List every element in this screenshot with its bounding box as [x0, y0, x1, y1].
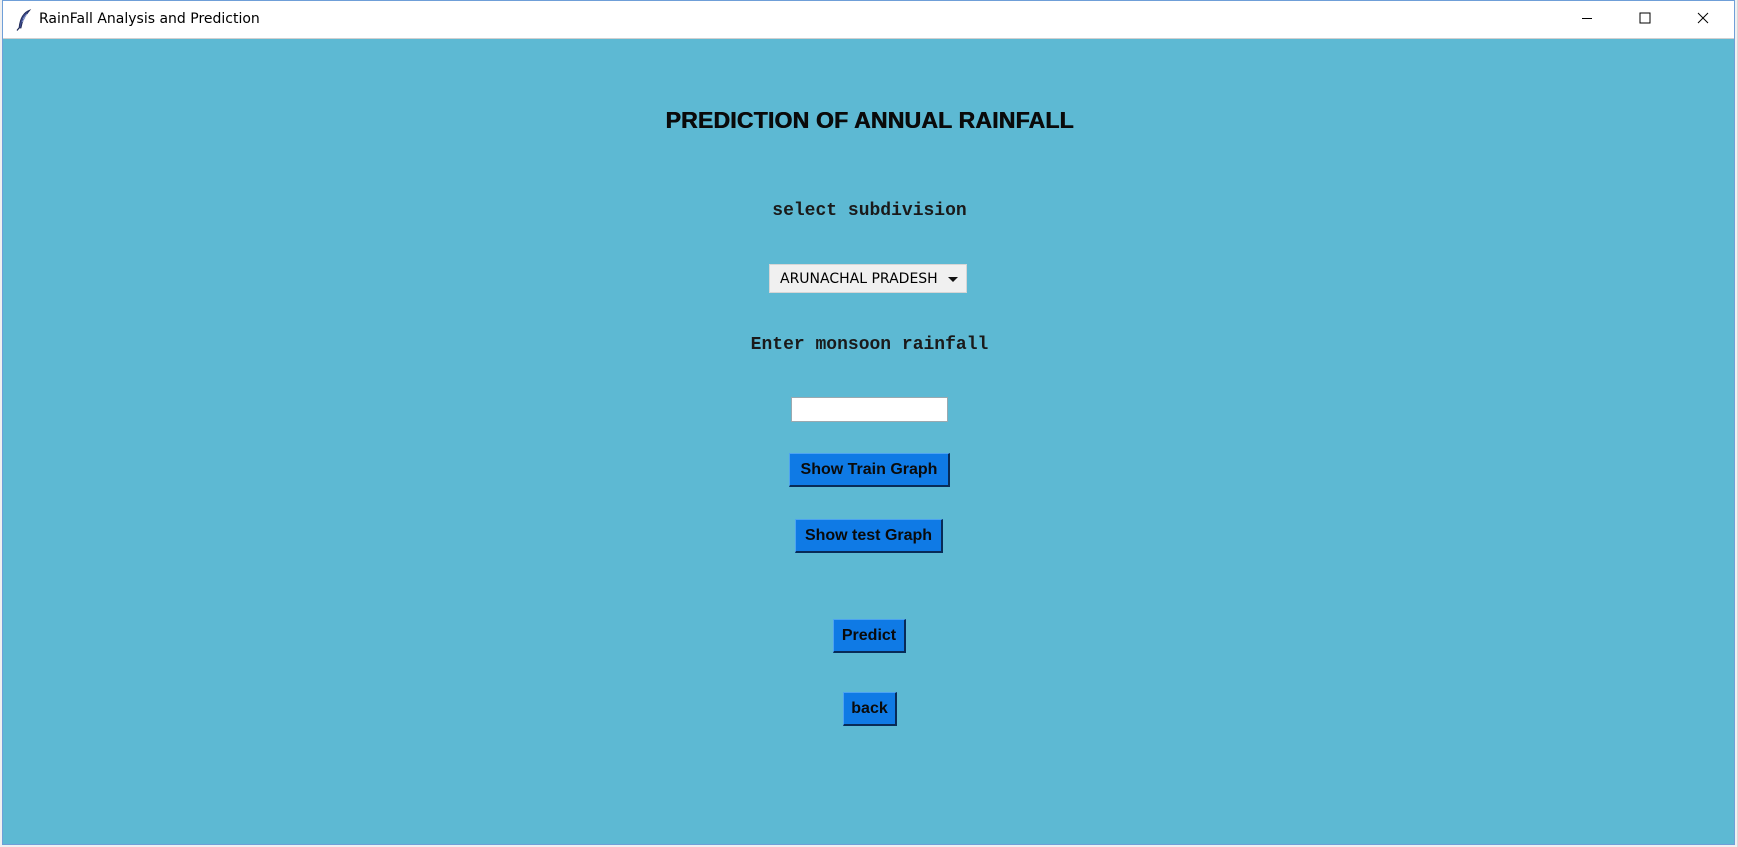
subdivision-selected-value: ARUNACHAL PRADESH: [780, 271, 938, 287]
predict-button[interactable]: Predict: [833, 619, 906, 653]
minimize-button[interactable]: [1558, 1, 1616, 39]
maximize-button[interactable]: [1616, 1, 1674, 39]
monsoon-rainfall-label: Enter monsoon rainfall: [750, 335, 989, 355]
page-title: PREDICTION OF ANNUAL RAINFALL: [665, 107, 1074, 133]
show-test-graph-button[interactable]: Show test Graph: [795, 519, 943, 553]
close-button[interactable]: [1674, 1, 1732, 39]
main-panel: PREDICTION OF ANNUAL RAINFALL select sub…: [3, 39, 1734, 844]
subdivision-select[interactable]: ARUNACHAL PRADESH: [769, 264, 967, 293]
window-title: RainFall Analysis and Prediction: [39, 11, 260, 27]
feather-icon: [15, 9, 35, 31]
subdivision-label: select subdivision: [772, 201, 967, 221]
maximize-icon: [1639, 11, 1651, 29]
monsoon-rainfall-input[interactable]: [791, 397, 948, 422]
minimize-icon: [1581, 11, 1593, 29]
show-train-graph-button[interactable]: Show Train Graph: [789, 453, 950, 487]
close-icon: [1697, 11, 1709, 29]
back-button[interactable]: back: [843, 692, 897, 726]
title-bar[interactable]: RainFall Analysis and Prediction: [3, 1, 1734, 39]
chevron-down-icon[interactable]: [948, 277, 958, 282]
app-window: RainFall Analysis and Prediction PREDICT…: [2, 0, 1735, 845]
screen: RainFall Analysis and Prediction PREDICT…: [0, 0, 1738, 847]
